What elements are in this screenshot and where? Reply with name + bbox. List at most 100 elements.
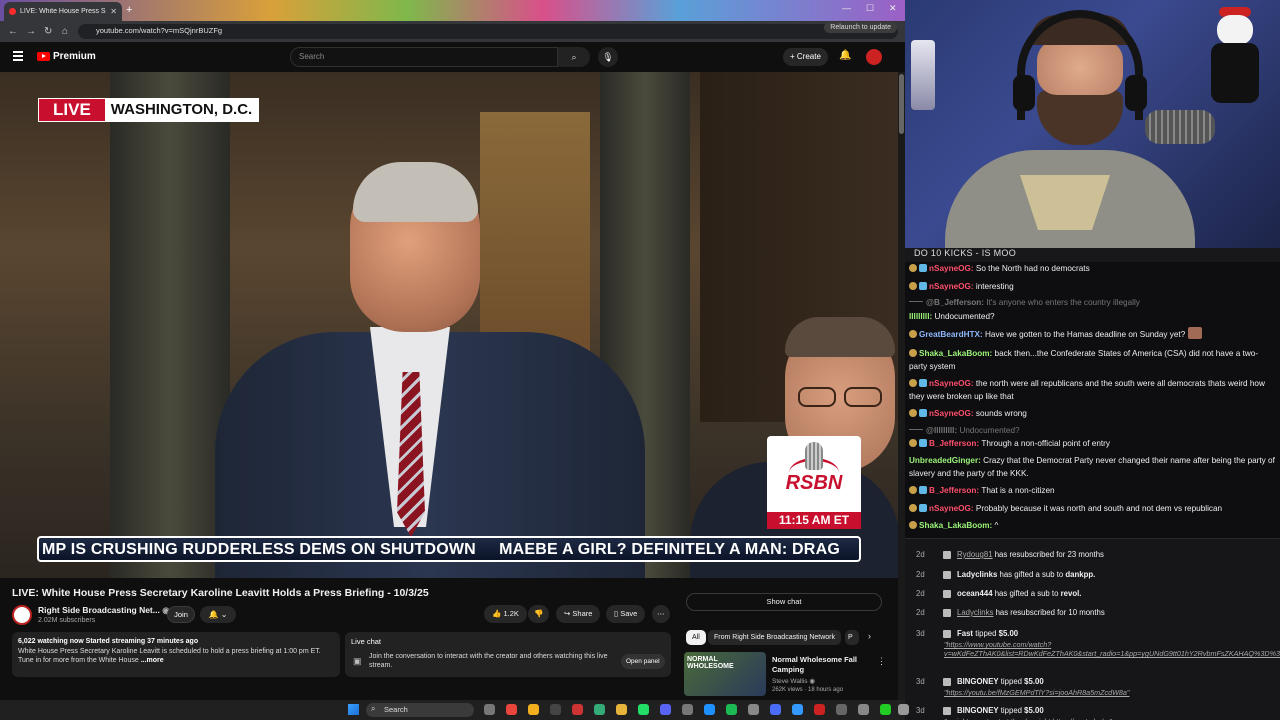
more-actions-button[interactable]: ⋯: [652, 605, 670, 623]
chat-text: sounds wrong: [975, 409, 1027, 418]
url-field[interactable]: youtube.com/watch?v=mSQjnrBUZFg: [78, 24, 898, 39]
chat-header-text: DO 10 KICKS - IS MOO: [914, 248, 1017, 258]
chip-more[interactable]: P: [845, 630, 859, 645]
discord-icon[interactable]: [660, 704, 671, 715]
share-button[interactable]: ↪ Share: [556, 605, 601, 623]
app-icon[interactable]: [748, 704, 759, 715]
maximize-icon[interactable]: ☐: [866, 3, 874, 14]
save-button[interactable]: ▯ Save: [606, 605, 646, 623]
subscriber-badge-icon: [909, 379, 917, 387]
app-icon[interactable]: [814, 704, 825, 715]
forward-icon[interactable]: →: [26, 26, 36, 37]
show-chat-button[interactable]: Show chat: [686, 593, 882, 611]
reload-icon[interactable]: ↻: [44, 26, 52, 37]
create-button[interactable]: + Create: [783, 48, 828, 66]
chat-username[interactable]: @lllllllll:: [926, 426, 959, 435]
recommendation-title[interactable]: Normal Wholesome Fall Camping: [772, 655, 872, 675]
event-age: 2d: [916, 608, 925, 617]
channel-name[interactable]: Right Side Broadcasting Net... ◉: [38, 605, 170, 616]
obs-icon[interactable]: [550, 704, 561, 715]
chat-message: B_Jefferson: Through a non-official poin…: [909, 437, 1275, 450]
event-icon: [943, 551, 951, 559]
notes-icon[interactable]: [682, 704, 693, 715]
menu-icon[interactable]: [13, 51, 23, 63]
app-icon[interactable]: [792, 704, 803, 715]
live-chat-box: Live chat ▣ Join the conversation to int…: [345, 632, 671, 677]
chat-username[interactable]: GreatBeardHTX:: [919, 330, 985, 339]
event-link[interactable]: "https://youtu.be/fMzGEMPdTlY?si=jooAhR8…: [944, 688, 1274, 697]
app-icon[interactable]: [836, 704, 847, 715]
task-view-icon[interactable]: [484, 704, 495, 715]
chip-all[interactable]: All: [686, 630, 706, 645]
chat-username[interactable]: nSayneOG:: [929, 264, 976, 273]
app-icon[interactable]: [594, 704, 605, 715]
youtube-logo[interactable]: Premium: [37, 51, 96, 62]
chat-username[interactable]: @B_Jefferson:: [926, 298, 986, 307]
glasses: [790, 387, 890, 407]
search-placeholder: Search: [299, 52, 325, 61]
like-button[interactable]: 👍 1.2K: [484, 605, 527, 623]
app-icon[interactable]: [880, 704, 891, 715]
chat-username[interactable]: nSayneOG:: [929, 379, 976, 388]
app-icon[interactable]: [770, 704, 781, 715]
relaunch-button[interactable]: Relaunch to update: [824, 22, 897, 33]
spotify-icon[interactable]: [726, 704, 737, 715]
channel-avatar[interactable]: [12, 605, 32, 625]
subscriber-badge-icon: [909, 264, 917, 272]
open-panel-button[interactable]: Open panel: [621, 654, 665, 669]
app-icon[interactable]: [704, 704, 715, 715]
home-icon[interactable]: ⌂: [62, 26, 68, 37]
chat-username[interactable]: Shaka_LakaBoom:: [919, 521, 995, 530]
subscription-bell-button[interactable]: 🔔 ⌄: [200, 606, 236, 623]
account-avatar[interactable]: [866, 49, 882, 65]
join-button[interactable]: Join: [167, 606, 195, 623]
dislike-button[interactable]: 👎: [528, 605, 550, 623]
video-player[interactable]: LIVE WASHINGTON, D.C. RSBN 11:15 AM ET M…: [0, 72, 898, 578]
event-icon: [943, 609, 951, 617]
minimize-icon[interactable]: —: [842, 3, 851, 13]
app-icon[interactable]: [898, 704, 909, 715]
chat-username[interactable]: lllllllll:: [909, 312, 934, 321]
search-icon: ⌕: [371, 704, 376, 713]
close-window-icon[interactable]: ✕: [889, 3, 897, 14]
scrollbar-thumb[interactable]: [899, 74, 904, 134]
chrome-icon[interactable]: [506, 704, 517, 715]
app-icon[interactable]: [638, 704, 649, 715]
chat-username[interactable]: B_Jefferson:: [929, 486, 981, 495]
event-link[interactable]: "https://www.youtube.com/watch?v=wKdFeZT…: [944, 640, 1280, 658]
event-text: Ladyclinks has gifted a sub to dankpp.: [957, 570, 1096, 579]
windows-start-icon[interactable]: [348, 704, 359, 715]
chat-username[interactable]: B_Jefferson:: [929, 439, 981, 448]
chat-username[interactable]: nSayneOG:: [929, 409, 976, 418]
chat-username[interactable]: Shaka_LakaBoom:: [919, 349, 995, 358]
chat-message: nSayneOG: So the North had no democrats: [909, 262, 1275, 275]
chat-username[interactable]: nSayneOG:: [929, 282, 976, 291]
chat-username[interactable]: nSayneOG:: [929, 504, 976, 513]
chevron-right-icon[interactable]: ›: [868, 631, 871, 641]
subscriber-count: 2.02M subscribers: [38, 617, 96, 624]
app-icon[interactable]: [572, 704, 583, 715]
chip-from-channel[interactable]: From Right Side Broadcasting Network: [708, 630, 841, 645]
chat-message: @B_Jefferson: It's anyone who enters the…: [909, 296, 1275, 309]
app-icon[interactable]: [858, 704, 869, 715]
thumbs-down-icon: 👎: [534, 609, 544, 618]
event-age: 2d: [916, 550, 925, 559]
new-tab-button[interactable]: +: [126, 4, 132, 16]
more-link[interactable]: ...more: [141, 657, 164, 664]
chat-username[interactable]: UnbreadedGinger:: [909, 456, 983, 465]
description-box[interactable]: 6,022 watching now Started streaming 37 …: [12, 632, 340, 677]
recommendation-thumbnail[interactable]: NORMAL WHOLESOME: [684, 652, 766, 696]
folder-icon[interactable]: [616, 704, 627, 715]
browser-tab[interactable]: LIVE: White House Press Se ✕: [4, 2, 122, 21]
close-tab-icon[interactable]: ✕: [110, 7, 117, 16]
back-icon[interactable]: ←: [8, 26, 18, 37]
notifications-icon[interactable]: 🔔: [839, 50, 851, 61]
chrome-icon[interactable]: [528, 704, 539, 715]
page-scrollbar[interactable]: [898, 72, 905, 700]
search-input[interactable]: Search: [290, 47, 558, 67]
search-button[interactable]: ⌕: [558, 47, 590, 67]
voice-search-button[interactable]: 🎙: [598, 47, 618, 67]
taskbar-search[interactable]: ⌕ Search: [366, 703, 474, 717]
stream-chat-overlay: DO 10 KICKS - IS MOO nSayneOG: So the No…: [905, 248, 1280, 538]
more-vertical-icon[interactable]: ⋮: [877, 656, 886, 667]
